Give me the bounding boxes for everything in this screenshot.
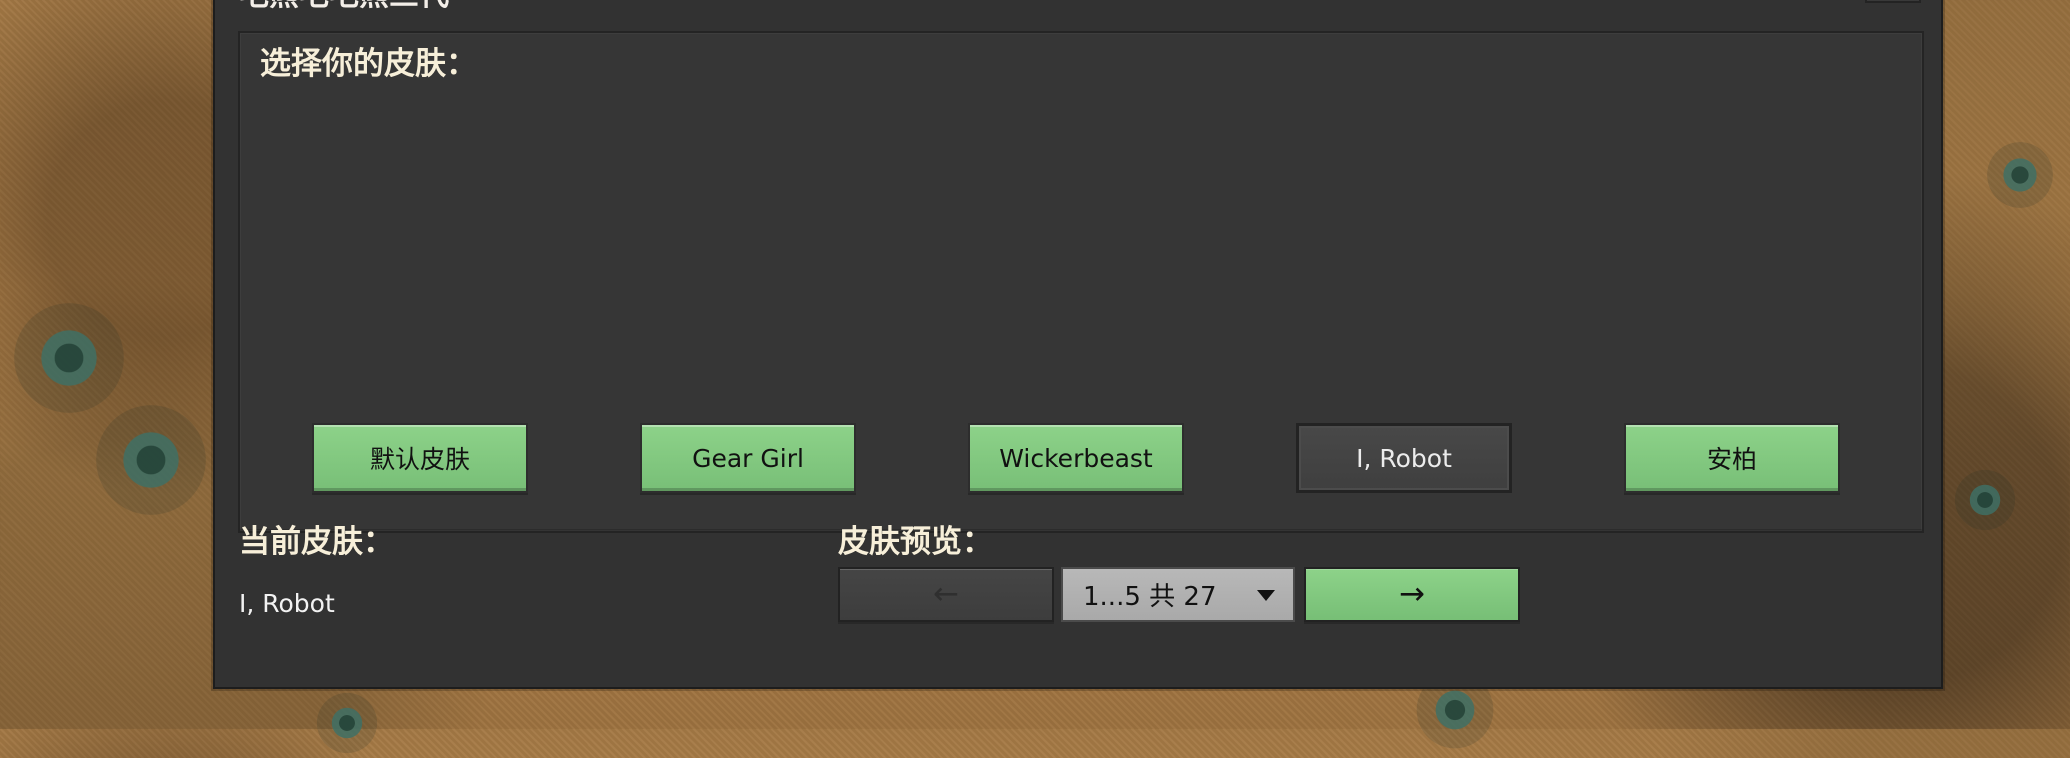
skin-button-i-robot[interactable]: I, Robot bbox=[1296, 423, 1512, 493]
current-skin-value: I, Robot bbox=[239, 589, 335, 618]
skin-selection-panel: 选择你的皮肤： 默认皮肤 Gear Girl Wickerbeast I, Ro… bbox=[238, 31, 1924, 533]
desert-plant-left-top bbox=[1, 290, 137, 426]
previous-page-button[interactable]: ← bbox=[838, 567, 1054, 622]
current-skin-heading: 当前皮肤： bbox=[239, 524, 394, 560]
skin-button-amber[interactable]: 安柏 bbox=[1624, 423, 1840, 493]
next-page-button[interactable]: → bbox=[1304, 567, 1520, 622]
right-arrow-icon: → bbox=[1399, 576, 1425, 612]
skin-preview-heading: 皮肤预览： bbox=[838, 524, 993, 560]
window-title: 毛熊毛毛熊三代 bbox=[239, 0, 449, 11]
desert-plant-left-mid bbox=[83, 392, 219, 528]
skin-selection-heading: 选择你的皮肤： bbox=[260, 46, 477, 82]
page-select[interactable]: 1...5 共 27 bbox=[1061, 567, 1295, 622]
skin-button-row: 默认皮肤 Gear Girl Wickerbeast I, Robot 安柏 bbox=[312, 423, 1852, 495]
skin-window: 毛熊毛毛熊三代 选择你的皮肤： 默认皮肤 Gear Girl Wickerbea… bbox=[213, 0, 1943, 689]
desert-plant-bottom-left bbox=[311, 687, 383, 758]
close-button[interactable] bbox=[1865, 0, 1921, 3]
left-arrow-icon: ← bbox=[933, 576, 959, 612]
window-titlebar: 毛熊毛毛熊三代 bbox=[215, 0, 1941, 16]
skin-button-gear-girl[interactable]: Gear Girl bbox=[640, 423, 856, 493]
dropdown-icon bbox=[1257, 590, 1275, 601]
page-select-value: 1...5 共 27 bbox=[1083, 582, 1217, 612]
skin-button-default[interactable]: 默认皮肤 bbox=[312, 423, 528, 493]
skin-preview-controls: ← 1...5 共 27 → bbox=[838, 567, 1520, 627]
desert-plant-right-top bbox=[1977, 132, 2063, 218]
skin-button-wickerbeast[interactable]: Wickerbeast bbox=[968, 423, 1184, 493]
desert-plant-right-mid bbox=[1944, 459, 2026, 541]
